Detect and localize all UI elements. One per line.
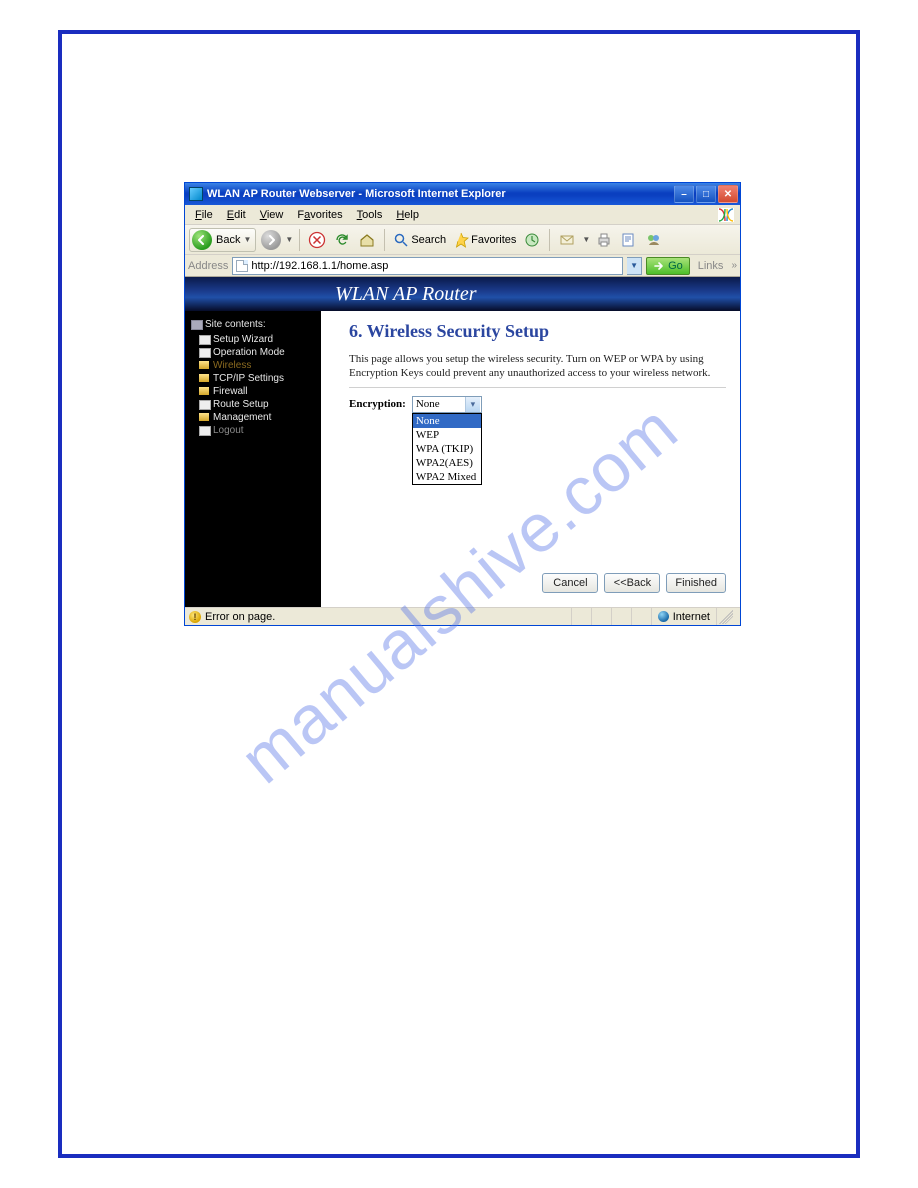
page-content: WLAN AP Router Site contents: Setup Wiza… (185, 277, 740, 607)
encryption-label: Encryption: (349, 396, 406, 410)
encryption-options-list: NoneWEPWPA (TKIP)WPA2(AES)WPA2 Mixed (412, 413, 482, 485)
mail-dropdown-icon[interactable]: ▼ (582, 235, 590, 244)
document-page-frame: WLAN AP Router Webserver - Microsoft Int… (58, 30, 860, 1158)
go-arrow-icon (653, 260, 665, 272)
favorites-button[interactable]: Favorites (451, 229, 518, 251)
menu-view[interactable]: View (254, 207, 290, 223)
history-button[interactable] (521, 229, 543, 251)
sidebar-item-management[interactable]: Management (189, 411, 317, 424)
sidebar-item-tcp-ip-settings[interactable]: TCP/IP Settings (189, 372, 317, 385)
status-zone: Internet (651, 608, 716, 625)
search-label: Search (411, 234, 446, 246)
menu-bar: File Edit View Favorites Tools Help (185, 205, 740, 225)
status-cell-empty (591, 608, 611, 625)
back-arrow-icon (192, 230, 212, 250)
links-chevron-icon[interactable]: » (731, 260, 737, 271)
banner: WLAN AP Router (185, 277, 740, 311)
encryption-option[interactable]: WPA2(AES) (413, 456, 481, 470)
menu-tools[interactable]: Tools (351, 207, 389, 223)
toolbar-separator (299, 229, 300, 251)
status-bar: ! Error on page. Internet (185, 607, 740, 625)
status-zone-label: Internet (673, 611, 710, 623)
encryption-option[interactable]: WPA2 Mixed (413, 470, 481, 484)
resize-grip[interactable] (716, 608, 736, 625)
search-button[interactable]: Search (391, 229, 448, 251)
cancel-button[interactable]: Cancel (542, 573, 598, 593)
encryption-option[interactable]: None (413, 414, 481, 428)
encryption-selected-value: None (416, 398, 440, 410)
back-dropdown-icon[interactable]: ▼ (243, 235, 251, 244)
messenger-button[interactable] (643, 229, 665, 251)
refresh-button[interactable] (331, 229, 353, 251)
page-heading: 6. Wireless Security Setup (349, 321, 726, 342)
browser-window: WLAN AP Router Webserver - Microsoft Int… (184, 182, 741, 626)
address-bar: Address http://192.168.1.1/home.asp ▼ Go… (185, 255, 740, 277)
sidebar-item-logout[interactable]: Logout (189, 424, 317, 437)
print-button[interactable] (593, 229, 615, 251)
wizard-buttons: Cancel <<Back Finished (542, 573, 726, 593)
home-button[interactable] (356, 229, 378, 251)
sidebar-item-wireless[interactable]: Wireless (189, 359, 317, 372)
encryption-option[interactable]: WEP (413, 428, 481, 442)
sidebar: Site contents: Setup WizardOperation Mod… (185, 311, 321, 607)
back-button[interactable]: Back ▼ (189, 228, 256, 252)
status-text: Error on page. (205, 611, 275, 623)
address-label: Address (188, 260, 228, 272)
mail-button[interactable] (556, 229, 578, 251)
window-title: WLAN AP Router Webserver - Microsoft Int… (207, 188, 674, 200)
status-cell-empty (571, 608, 591, 625)
sidebar-header: Site contents: (189, 317, 317, 333)
sidebar-item-route-setup[interactable]: Route Setup (189, 398, 317, 411)
encryption-option[interactable]: WPA (TKIP) (413, 442, 481, 456)
address-input[interactable]: http://192.168.1.1/home.asp (232, 257, 623, 275)
back-wizard-button[interactable]: <<Back (604, 573, 660, 593)
forward-dropdown-icon[interactable]: ▼ (285, 235, 293, 244)
links-label[interactable]: Links (694, 260, 728, 272)
ie-app-icon (189, 187, 203, 201)
menu-edit[interactable]: Edit (221, 207, 252, 223)
page-icon (236, 260, 248, 272)
status-cell-empty (611, 608, 631, 625)
main-panel: 6. Wireless Security Setup This page all… (321, 311, 740, 607)
stop-button[interactable] (306, 229, 328, 251)
encryption-row: Encryption: None NoneWEPWPA (TKIP)WPA2(A… (349, 396, 726, 413)
menu-file[interactable]: File (189, 207, 219, 223)
finished-button[interactable]: Finished (666, 573, 726, 593)
encryption-select[interactable]: None (412, 396, 482, 413)
forward-button[interactable] (261, 230, 281, 250)
status-cell-empty (631, 608, 651, 625)
sidebar-item-firewall[interactable]: Firewall (189, 385, 317, 398)
toolbar: Back ▼ ▼ Search Fa (185, 225, 740, 255)
favorites-label: Favorites (471, 234, 516, 246)
edit-button[interactable] (618, 229, 640, 251)
sidebar-item-operation-mode[interactable]: Operation Mode (189, 346, 317, 359)
go-label: Go (668, 260, 683, 272)
globe-icon (658, 611, 669, 622)
toolbar-separator (549, 229, 550, 251)
toolbar-separator (384, 229, 385, 251)
go-button[interactable]: Go (646, 257, 690, 275)
page-description: This page allows you setup the wireless … (349, 352, 726, 381)
divider (349, 387, 726, 388)
back-label: Back (216, 234, 240, 246)
sidebar-item-setup-wizard[interactable]: Setup Wizard (189, 333, 317, 346)
ie-logo-icon (716, 207, 736, 223)
menu-help[interactable]: Help (390, 207, 425, 223)
address-dropdown-icon[interactable]: ▼ (627, 257, 642, 275)
warning-icon: ! (189, 611, 201, 623)
close-button[interactable]: ✕ (718, 185, 738, 203)
menu-favorites[interactable]: Favorites (291, 207, 348, 223)
window-title-bar: WLAN AP Router Webserver - Microsoft Int… (185, 183, 740, 205)
minimize-button[interactable]: – (674, 185, 694, 203)
address-url-text: http://192.168.1.1/home.asp (251, 260, 388, 272)
banner-title: WLAN AP Router (335, 283, 476, 306)
maximize-button[interactable]: □ (696, 185, 716, 203)
